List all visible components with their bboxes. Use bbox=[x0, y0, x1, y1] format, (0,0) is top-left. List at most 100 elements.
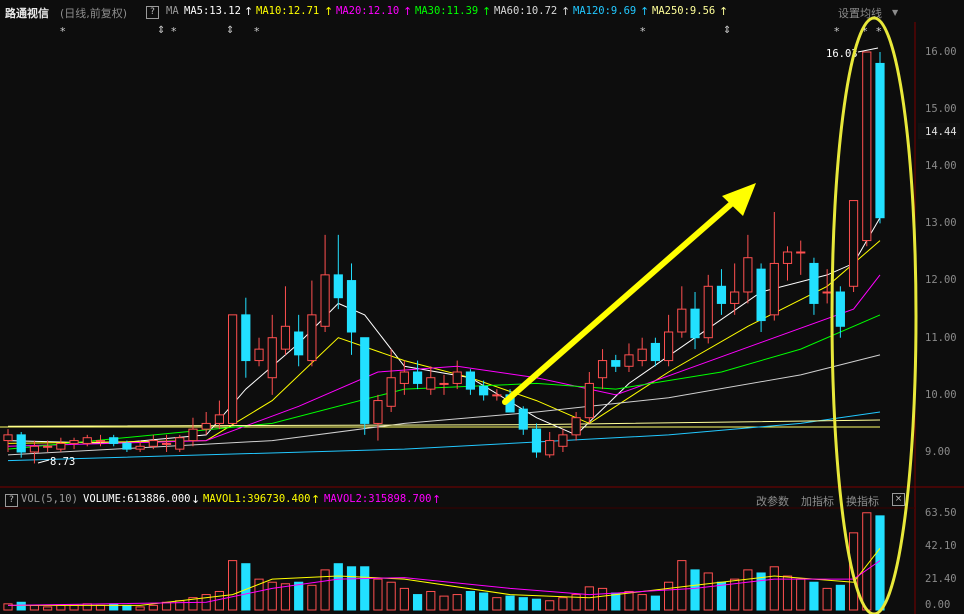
candle-body[interactable] bbox=[611, 360, 621, 367]
volume-bar[interactable] bbox=[545, 600, 555, 611]
volume-bar[interactable] bbox=[346, 566, 357, 611]
candle-body[interactable] bbox=[703, 285, 713, 339]
candle-body[interactable] bbox=[518, 408, 528, 430]
candle-body[interactable] bbox=[756, 268, 766, 322]
candle-body[interactable] bbox=[95, 440, 106, 443]
candle-body[interactable] bbox=[730, 291, 740, 304]
volume-bar[interactable] bbox=[465, 590, 476, 611]
volume-bar[interactable] bbox=[267, 581, 277, 611]
volume-bar[interactable] bbox=[228, 560, 238, 611]
candle-body[interactable] bbox=[875, 62, 885, 219]
candle-body[interactable] bbox=[43, 445, 53, 448]
candle-body[interactable] bbox=[769, 262, 779, 316]
volume-bar[interactable] bbox=[769, 566, 779, 611]
candle-body[interactable] bbox=[188, 428, 198, 442]
candle-body[interactable] bbox=[545, 440, 555, 456]
candle-body[interactable] bbox=[584, 382, 594, 419]
candle-body[interactable] bbox=[452, 371, 462, 384]
volume-bar[interactable] bbox=[597, 587, 608, 611]
volume-bar[interactable] bbox=[280, 583, 291, 611]
volume-bar[interactable] bbox=[320, 569, 330, 611]
candle-body[interactable] bbox=[650, 342, 660, 362]
volume-bar[interactable] bbox=[677, 560, 687, 611]
candle-body[interactable] bbox=[333, 274, 343, 299]
candle-body[interactable] bbox=[148, 440, 158, 447]
volume-bar[interactable] bbox=[43, 606, 53, 611]
volume-bar[interactable] bbox=[624, 590, 634, 611]
candle-body[interactable] bbox=[558, 434, 568, 447]
candle-body[interactable] bbox=[16, 434, 26, 453]
volume-bar[interactable] bbox=[518, 597, 528, 611]
volume-bar[interactable] bbox=[822, 587, 832, 611]
volume-bar[interactable] bbox=[175, 600, 185, 611]
volume-bar[interactable] bbox=[399, 587, 409, 611]
candle-body[interactable] bbox=[373, 400, 383, 424]
volume-bar[interactable] bbox=[148, 604, 158, 611]
volume-bar[interactable] bbox=[386, 581, 396, 611]
volume-bar[interactable] bbox=[531, 598, 542, 611]
candle-body[interactable] bbox=[56, 442, 66, 450]
candle-body[interactable] bbox=[716, 285, 727, 304]
candle-body[interactable] bbox=[135, 445, 145, 450]
volume-bar[interactable] bbox=[584, 586, 594, 611]
volume-bar[interactable] bbox=[650, 595, 660, 611]
candle-body[interactable] bbox=[690, 308, 700, 339]
candle-body[interactable] bbox=[175, 437, 185, 450]
candle-body[interactable] bbox=[848, 200, 859, 287]
candle-body[interactable] bbox=[399, 371, 409, 384]
candle-body[interactable] bbox=[782, 251, 793, 264]
vol-help-icon[interactable]: ? bbox=[5, 494, 18, 507]
candle-body[interactable] bbox=[360, 337, 370, 424]
volume-bar[interactable] bbox=[373, 578, 383, 611]
volume-bar[interactable] bbox=[95, 604, 106, 611]
volume-bar[interactable] bbox=[3, 603, 13, 611]
volume-bar[interactable] bbox=[809, 581, 819, 611]
volume-bar[interactable] bbox=[214, 590, 224, 611]
volume-bar[interactable] bbox=[333, 563, 343, 611]
candle-body[interactable] bbox=[531, 428, 542, 453]
volume-bar[interactable] bbox=[69, 604, 79, 611]
volume-bar[interactable] bbox=[664, 581, 674, 611]
candle-body[interactable] bbox=[479, 385, 489, 396]
candle-body[interactable] bbox=[201, 422, 211, 430]
volume-bar[interactable] bbox=[122, 604, 132, 611]
candle-body[interactable] bbox=[637, 348, 647, 362]
candle-body[interactable] bbox=[122, 442, 132, 450]
candle-body[interactable] bbox=[346, 280, 357, 333]
candle-body[interactable] bbox=[571, 417, 581, 436]
volume-bar[interactable] bbox=[294, 581, 304, 611]
close-indicator-icon[interactable]: × bbox=[892, 493, 905, 506]
volume-bar[interactable] bbox=[426, 590, 436, 611]
candle-body[interactable] bbox=[214, 414, 224, 424]
volume-bar[interactable] bbox=[492, 597, 502, 611]
vol-title[interactable]: VOL(5,10) bbox=[21, 493, 78, 505]
volume-bar[interactable] bbox=[690, 569, 700, 611]
candle-body[interactable] bbox=[677, 308, 687, 333]
candle-body[interactable] bbox=[386, 377, 396, 407]
candle-body[interactable] bbox=[835, 291, 845, 327]
volume-bar[interactable] bbox=[241, 563, 251, 611]
candle-body[interactable] bbox=[307, 314, 317, 362]
volume-bar[interactable] bbox=[756, 572, 766, 611]
volume-bar[interactable] bbox=[16, 601, 26, 611]
volume-bar[interactable] bbox=[360, 566, 370, 611]
volume-bar[interactable] bbox=[479, 592, 489, 611]
candle-body[interactable] bbox=[822, 291, 832, 294]
candle-body[interactable] bbox=[228, 314, 238, 424]
candle-body[interactable] bbox=[280, 325, 291, 350]
volume-bar[interactable] bbox=[307, 584, 317, 611]
volume-bar[interactable] bbox=[703, 572, 713, 611]
candle-body[interactable] bbox=[492, 394, 502, 397]
volume-bar[interactable] bbox=[109, 603, 119, 611]
candle-body[interactable] bbox=[320, 274, 330, 327]
candlestick-chart[interactable]: 16.00 15.00 14.44 14.00 13.00 12.00 11.0… bbox=[0, 0, 964, 614]
volume-bar[interactable] bbox=[796, 578, 806, 611]
candle-body[interactable] bbox=[3, 434, 13, 442]
candle-body[interactable] bbox=[254, 348, 264, 362]
candle-body[interactable] bbox=[439, 382, 449, 385]
candle-body[interactable] bbox=[796, 251, 806, 254]
candle-body[interactable] bbox=[743, 257, 753, 293]
volume-bar[interactable] bbox=[29, 604, 40, 611]
candle-body[interactable] bbox=[412, 371, 423, 384]
candle-body[interactable] bbox=[29, 445, 40, 453]
